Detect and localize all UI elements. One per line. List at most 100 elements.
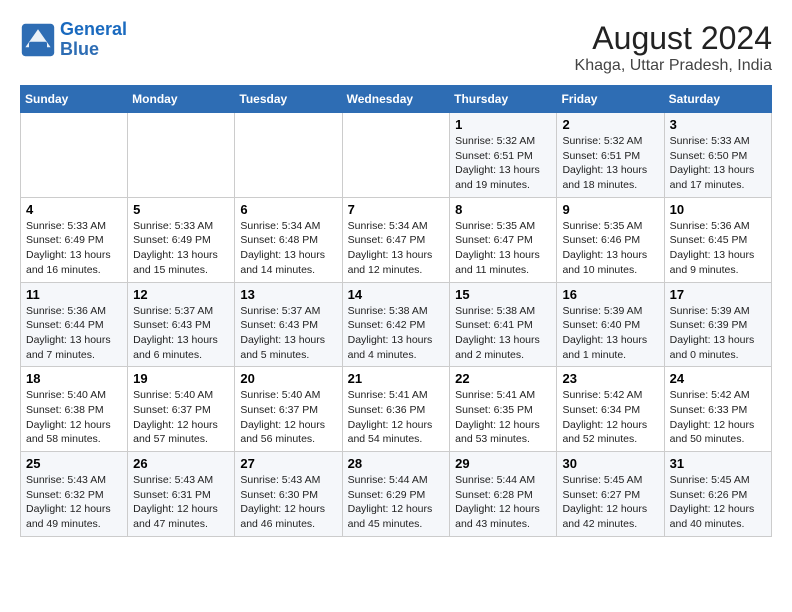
day-cell: 28 Sunrise: 5:44 AM Sunset: 6:29 PM Dayli…	[342, 452, 450, 537]
header-row: SundayMondayTuesdayWednesdayThursdayFrid…	[21, 86, 772, 113]
day-info: Sunrise: 5:33 AM Sunset: 6:49 PM Dayligh…	[26, 219, 122, 278]
day-info: Sunrise: 5:36 AM Sunset: 6:44 PM Dayligh…	[26, 304, 122, 363]
day-info: Sunrise: 5:43 AM Sunset: 6:30 PM Dayligh…	[240, 473, 336, 532]
day-cell: 1 Sunrise: 5:32 AM Sunset: 6:51 PM Daylig…	[450, 113, 557, 198]
day-info: Sunrise: 5:37 AM Sunset: 6:43 PM Dayligh…	[240, 304, 336, 363]
day-number: 25	[26, 456, 122, 471]
logo-line1: General	[60, 19, 127, 39]
day-cell: 9Sunrise: 5:35 AM Sunset: 6:46 PM Daylig…	[557, 197, 664, 282]
page-subtitle: Khaga, Uttar Pradesh, India	[575, 57, 772, 75]
day-number: 4	[26, 202, 122, 217]
day-info: Sunrise: 5:39 AM Sunset: 6:40 PM Dayligh…	[562, 304, 658, 363]
day-info: Sunrise: 5:37 AM Sunset: 6:43 PM Dayligh…	[133, 304, 229, 363]
day-number: 16	[562, 287, 658, 302]
title-block: August 2024 Khaga, Uttar Pradesh, India	[575, 20, 772, 75]
day-number: 20	[240, 371, 336, 386]
day-cell: 12 Sunrise: 5:37 AM Sunset: 6:43 PM Dayli…	[128, 282, 235, 367]
day-number: 27	[240, 456, 336, 471]
day-info: Sunrise: 5:32 AM Sunset: 6:51 PM Dayligh…	[562, 134, 658, 193]
day-number: 3	[670, 117, 766, 132]
day-info: Sunrise: 5:40 AM Sunset: 6:37 PM Dayligh…	[240, 388, 336, 447]
day-cell: 11 Sunrise: 5:36 AM Sunset: 6:44 PM Dayli…	[21, 282, 128, 367]
day-info: Sunrise: 5:33 AM Sunset: 6:50 PM Dayligh…	[670, 134, 766, 193]
day-cell	[128, 113, 235, 198]
day-cell: 2 Sunrise: 5:32 AM Sunset: 6:51 PM Daylig…	[557, 113, 664, 198]
day-cell	[235, 113, 342, 198]
day-info: Sunrise: 5:42 AM Sunset: 6:33 PM Dayligh…	[670, 388, 766, 447]
day-cell: 18Sunrise: 5:40 AM Sunset: 6:38 PM Dayli…	[21, 367, 128, 452]
day-number: 5	[133, 202, 229, 217]
week-row-1: 1 Sunrise: 5:32 AM Sunset: 6:51 PM Daylig…	[21, 113, 772, 198]
day-info: Sunrise: 5:32 AM Sunset: 6:51 PM Dayligh…	[455, 134, 551, 193]
header-cell-thursday: Thursday	[450, 86, 557, 113]
day-info: Sunrise: 5:40 AM Sunset: 6:38 PM Dayligh…	[26, 388, 122, 447]
day-info: Sunrise: 5:36 AM Sunset: 6:45 PM Dayligh…	[670, 219, 766, 278]
day-info: Sunrise: 5:45 AM Sunset: 6:27 PM Dayligh…	[562, 473, 658, 532]
day-cell: 10Sunrise: 5:36 AM Sunset: 6:45 PM Dayli…	[664, 197, 771, 282]
day-info: Sunrise: 5:44 AM Sunset: 6:28 PM Dayligh…	[455, 473, 551, 532]
day-info: Sunrise: 5:34 AM Sunset: 6:48 PM Dayligh…	[240, 219, 336, 278]
day-cell: 14 Sunrise: 5:38 AM Sunset: 6:42 PM Dayli…	[342, 282, 450, 367]
day-number: 21	[348, 371, 445, 386]
day-cell: 5Sunrise: 5:33 AM Sunset: 6:49 PM Daylig…	[128, 197, 235, 282]
day-cell: 30 Sunrise: 5:45 AM Sunset: 6:27 PM Dayli…	[557, 452, 664, 537]
day-cell: 25 Sunrise: 5:43 AM Sunset: 6:32 PM Dayli…	[21, 452, 128, 537]
day-cell: 22 Sunrise: 5:41 AM Sunset: 6:35 PM Dayli…	[450, 367, 557, 452]
header-cell-friday: Friday	[557, 86, 664, 113]
header-cell-sunday: Sunday	[21, 86, 128, 113]
day-cell: 21Sunrise: 5:41 AM Sunset: 6:36 PM Dayli…	[342, 367, 450, 452]
page-title: August 2024	[575, 20, 772, 57]
day-number: 31	[670, 456, 766, 471]
day-number: 11	[26, 287, 122, 302]
day-number: 2	[562, 117, 658, 132]
day-number: 15	[455, 287, 551, 302]
day-number: 1	[455, 117, 551, 132]
day-info: Sunrise: 5:44 AM Sunset: 6:29 PM Dayligh…	[348, 473, 445, 532]
day-info: Sunrise: 5:39 AM Sunset: 6:39 PM Dayligh…	[670, 304, 766, 363]
day-info: Sunrise: 5:34 AM Sunset: 6:47 PM Dayligh…	[348, 219, 445, 278]
header-cell-saturday: Saturday	[664, 86, 771, 113]
day-info: Sunrise: 5:41 AM Sunset: 6:35 PM Dayligh…	[455, 388, 551, 447]
day-cell: 16 Sunrise: 5:39 AM Sunset: 6:40 PM Dayli…	[557, 282, 664, 367]
day-number: 29	[455, 456, 551, 471]
day-cell: 17 Sunrise: 5:39 AM Sunset: 6:39 PM Dayli…	[664, 282, 771, 367]
logo-text: General Blue	[60, 20, 127, 60]
week-row-2: 4 Sunrise: 5:33 AM Sunset: 6:49 PM Daylig…	[21, 197, 772, 282]
day-number: 17	[670, 287, 766, 302]
day-number: 14	[348, 287, 445, 302]
header-cell-tuesday: Tuesday	[235, 86, 342, 113]
page-header: General Blue August 2024 Khaga, Uttar Pr…	[20, 20, 772, 75]
day-number: 8	[455, 202, 551, 217]
day-info: Sunrise: 5:42 AM Sunset: 6:34 PM Dayligh…	[562, 388, 658, 447]
week-row-5: 25 Sunrise: 5:43 AM Sunset: 6:32 PM Dayli…	[21, 452, 772, 537]
day-cell: 3 Sunrise: 5:33 AM Sunset: 6:50 PM Daylig…	[664, 113, 771, 198]
day-number: 12	[133, 287, 229, 302]
week-row-4: 18Sunrise: 5:40 AM Sunset: 6:38 PM Dayli…	[21, 367, 772, 452]
day-cell: 19 Sunrise: 5:40 AM Sunset: 6:37 PM Dayli…	[128, 367, 235, 452]
day-cell: 23 Sunrise: 5:42 AM Sunset: 6:34 PM Dayli…	[557, 367, 664, 452]
day-number: 30	[562, 456, 658, 471]
week-row-3: 11 Sunrise: 5:36 AM Sunset: 6:44 PM Dayli…	[21, 282, 772, 367]
header-cell-wednesday: Wednesday	[342, 86, 450, 113]
day-info: Sunrise: 5:38 AM Sunset: 6:42 PM Dayligh…	[348, 304, 445, 363]
logo-icon	[20, 22, 56, 58]
day-number: 22	[455, 371, 551, 386]
logo: General Blue	[20, 20, 127, 60]
day-number: 28	[348, 456, 445, 471]
day-number: 19	[133, 371, 229, 386]
day-cell: 7Sunrise: 5:34 AM Sunset: 6:47 PM Daylig…	[342, 197, 450, 282]
day-cell: 13 Sunrise: 5:37 AM Sunset: 6:43 PM Dayli…	[235, 282, 342, 367]
day-info: Sunrise: 5:45 AM Sunset: 6:26 PM Dayligh…	[670, 473, 766, 532]
day-cell: 15Sunrise: 5:38 AM Sunset: 6:41 PM Dayli…	[450, 282, 557, 367]
day-number: 23	[562, 371, 658, 386]
day-cell	[342, 113, 450, 198]
day-cell: 6Sunrise: 5:34 AM Sunset: 6:48 PM Daylig…	[235, 197, 342, 282]
day-number: 13	[240, 287, 336, 302]
day-info: Sunrise: 5:43 AM Sunset: 6:32 PM Dayligh…	[26, 473, 122, 532]
day-cell: 24Sunrise: 5:42 AM Sunset: 6:33 PM Dayli…	[664, 367, 771, 452]
day-cell: 29 Sunrise: 5:44 AM Sunset: 6:28 PM Dayli…	[450, 452, 557, 537]
day-cell: 20 Sunrise: 5:40 AM Sunset: 6:37 PM Dayli…	[235, 367, 342, 452]
day-number: 26	[133, 456, 229, 471]
day-info: Sunrise: 5:40 AM Sunset: 6:37 PM Dayligh…	[133, 388, 229, 447]
day-cell	[21, 113, 128, 198]
